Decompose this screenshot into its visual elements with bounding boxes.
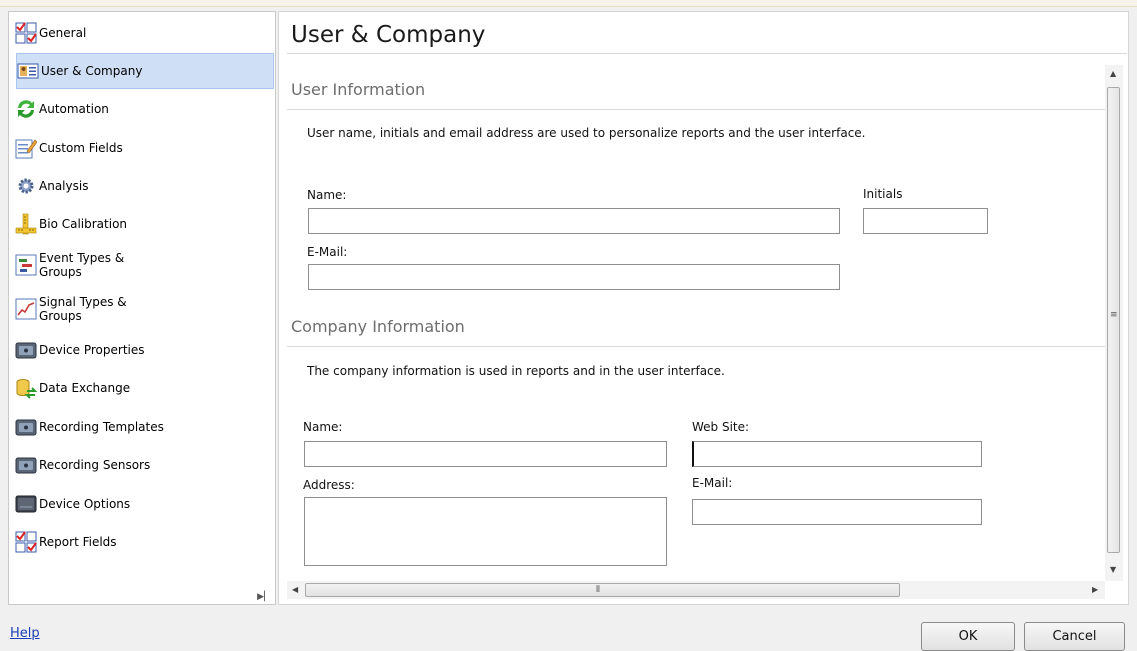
sidebar-item-custom-fields[interactable]: Custom Fields	[15, 130, 277, 166]
scroll-right-icon[interactable]: ▶	[1092, 585, 1098, 594]
section-divider	[287, 109, 1105, 110]
company-information-heading: Company Information	[291, 317, 465, 336]
settings-sidebar: General User & Company Automation Custom…	[8, 11, 276, 605]
scroll-up-icon[interactable]: ▲	[1110, 69, 1116, 78]
sidebar-item-analysis[interactable]: Analysis	[15, 168, 277, 204]
sidebar-item-automation[interactable]: Automation	[15, 91, 277, 127]
sidebar-item-data-exchange[interactable]: Data Exchange	[15, 370, 277, 406]
sidebar-item-label: Device Properties	[39, 343, 145, 357]
sidebar-item-label: Bio Calibration	[39, 217, 128, 231]
collapse-sidebar-icon[interactable]: ▶▏	[257, 592, 271, 602]
company-name-label: Name:	[303, 420, 343, 434]
checklist-grid-icon	[15, 22, 37, 44]
sidebar-item-label: Analysis	[39, 179, 89, 193]
initials-input[interactable]	[863, 208, 988, 234]
address-label: Address:	[303, 478, 355, 492]
user-name-input[interactable]	[308, 208, 840, 234]
address-textarea[interactable]	[304, 497, 667, 566]
sidebar-item-user-company[interactable]: User & Company	[16, 53, 274, 89]
website-label: Web Site:	[692, 420, 750, 434]
user-email-label: E-Mail:	[307, 245, 348, 259]
settings-content-panel: User & Company User Information User nam…	[278, 11, 1129, 605]
title-divider	[287, 53, 1127, 54]
sidebar-item-label: Automation	[39, 102, 109, 116]
sidebar-item-label: Recording Sensors	[39, 458, 151, 472]
user-information-description: User name, initials and email address ar…	[307, 126, 866, 140]
signal-graph-icon	[15, 298, 37, 320]
sidebar-item-label: Event Types & Groups	[39, 251, 125, 279]
database-exchange-icon	[15, 377, 37, 399]
help-link[interactable]: Help	[10, 626, 40, 641]
user-email-input[interactable]	[308, 264, 840, 290]
sidebar-item-label: Signal Types & Groups	[39, 295, 127, 323]
page-title: User & Company	[291, 22, 486, 48]
grip-icon: ⦀	[596, 585, 600, 595]
sidebar-item-label: Data Exchange	[39, 381, 131, 395]
horizontal-scrollbar[interactable]: ◀ ⦀ ▶	[287, 581, 1105, 599]
user-name-label: Name:	[307, 188, 347, 202]
section-divider	[287, 346, 1105, 347]
company-name-input[interactable]	[304, 441, 667, 467]
sidebar-item-device-options[interactable]: Device Options	[15, 486, 277, 522]
scroll-left-icon[interactable]: ◀	[292, 585, 298, 594]
company-email-input[interactable]	[692, 499, 982, 525]
sidebar-item-label: Report Fields	[39, 535, 117, 549]
checklist-grid-icon	[15, 531, 37, 553]
sidebar-item-label: General	[39, 26, 87, 40]
ok-button[interactable]: OK	[921, 622, 1015, 651]
device-icon	[15, 416, 37, 438]
user-information-heading: User Information	[291, 80, 426, 99]
window-top-edge	[0, 0, 1137, 7]
horizontal-scroll-thumb[interactable]: ⦀	[305, 583, 900, 597]
device-icon	[15, 454, 37, 476]
sidebar-item-device-properties[interactable]: Device Properties	[15, 332, 277, 368]
gears-icon	[15, 175, 37, 197]
initials-label: Initials	[863, 187, 903, 201]
sidebar-item-label: Custom Fields	[39, 141, 123, 155]
sidebar-item-event-types-groups[interactable]: Event Types & Groups	[15, 246, 277, 284]
website-input[interactable]	[692, 441, 982, 467]
sidebar-item-label: Recording Templates	[39, 420, 164, 434]
sidebar-item-label: Device Options	[39, 497, 131, 511]
event-list-icon	[15, 254, 37, 276]
sidebar-item-signal-types-groups[interactable]: Signal Types & Groups	[15, 290, 277, 328]
ruler-icon	[15, 213, 37, 235]
grip-icon: ≡	[1110, 310, 1118, 320]
sidebar-item-report-fields[interactable]: Report Fields	[15, 524, 277, 560]
sidebar-item-label: User & Company	[41, 64, 143, 78]
cancel-button[interactable]: Cancel	[1024, 622, 1125, 651]
vertical-scroll-thumb[interactable]: ≡	[1107, 87, 1120, 553]
sidebar-item-general[interactable]: General	[15, 15, 277, 51]
sidebar-item-bio-calibration[interactable]: Bio Calibration	[15, 206, 277, 242]
company-email-label: E-Mail:	[692, 476, 733, 490]
device-dark-icon	[15, 493, 37, 515]
sidebar-item-recording-sensors[interactable]: Recording Sensors	[15, 447, 277, 483]
device-icon	[15, 339, 37, 361]
green-refresh-icon	[15, 98, 37, 120]
company-information-description: The company information is used in repor…	[307, 364, 725, 378]
vertical-scrollbar[interactable]: ▲ ≡ ▼	[1105, 65, 1123, 581]
user-card-icon	[17, 60, 39, 82]
scroll-down-icon[interactable]: ▼	[1110, 565, 1116, 574]
sidebar-item-recording-templates[interactable]: Recording Templates	[15, 409, 277, 445]
form-edit-icon	[15, 137, 37, 159]
